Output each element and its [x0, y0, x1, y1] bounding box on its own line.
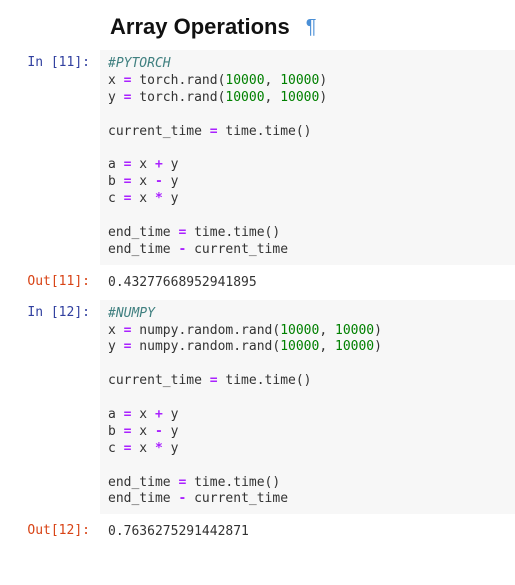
input-prompt: In [11]: [0, 50, 100, 265]
code-cell: In [12]: #NUMPY x = numpy.random.rand(10… [0, 300, 515, 515]
anchor-link-icon[interactable]: ¶ [306, 16, 317, 39]
output-value: 0.43277668952941895 [100, 269, 515, 296]
output-cell: Out[12]: 0.7636275291442871 [0, 518, 515, 545]
output-cell: Out[11]: 0.43277668952941895 [0, 269, 515, 296]
output-prompt: Out[11]: [0, 269, 100, 296]
markdown-heading: Array Operations ¶ [0, 0, 515, 50]
output-value: 0.7636275291442871 [100, 518, 515, 545]
code-input[interactable]: #PYTORCH x = torch.rand(10000, 10000) y … [100, 50, 515, 265]
code-cell: In [11]: #PYTORCH x = torch.rand(10000, … [0, 50, 515, 265]
code-input[interactable]: #NUMPY x = numpy.random.rand(10000, 1000… [100, 300, 515, 515]
input-prompt: In [12]: [0, 300, 100, 515]
output-prompt: Out[12]: [0, 518, 100, 545]
heading-text: Array Operations [110, 14, 290, 40]
